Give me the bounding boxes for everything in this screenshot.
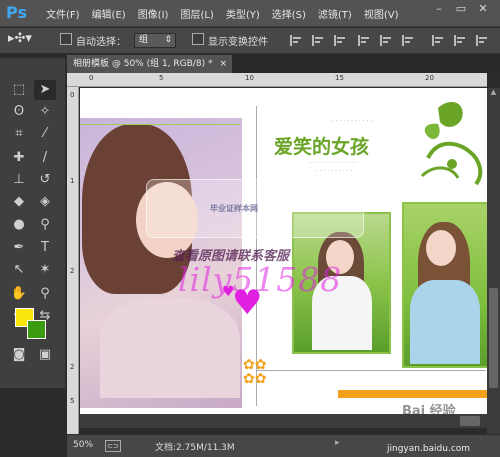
show-transform-label: 显示变换控件 (208, 37, 268, 48)
canvas-small-text: · · · · · · · · · · (316, 168, 353, 175)
document-tab-title: 相册模板 @ 50% (组 1, RGB/8) * (73, 59, 213, 69)
dodge-tool-icon[interactable]: ⚲ (34, 215, 56, 235)
menu-bar: Ps 文件(F) 编辑(E) 图像(I) 图层(L) 类型(Y) 选择(S) 滤… (0, 0, 500, 27)
healing-brush-tool-icon[interactable]: ✚ (8, 148, 30, 168)
auto-select-checkbox[interactable] (60, 33, 72, 45)
lasso-tool-icon[interactable]: ʘ (8, 102, 30, 122)
pen-tool-icon[interactable]: ✒ (8, 238, 30, 258)
ruler-label: 5 (159, 74, 164, 82)
type-tool-icon[interactable]: T (34, 238, 56, 258)
menu-file[interactable]: 文件(F) (40, 6, 86, 21)
menu-filter[interactable]: 滤镜(T) (312, 6, 358, 21)
document-size-info: 文档:2.75M/11.3M (155, 443, 235, 453)
photoshop-logo: Ps (6, 3, 27, 22)
ruler-label: 2 (70, 267, 75, 275)
history-brush-tool-icon[interactable]: ↺ (34, 170, 56, 190)
align-hcenter-icon[interactable] (380, 35, 394, 46)
menu-edit[interactable]: 编辑(E) (86, 6, 132, 21)
menu-view[interactable]: 视图(V) (358, 6, 405, 21)
scrollbar-vertical[interactable]: ▲ (487, 88, 500, 434)
flower-ornament-icon: ✿✿ ✿✿ (243, 357, 267, 387)
blur-tool-icon[interactable]: ● (8, 215, 30, 235)
menu-layer[interactable]: 图层(L) (174, 6, 219, 21)
auto-select-dropdown[interactable]: 组 ⇕ (134, 33, 176, 48)
scroll-thumb[interactable] (489, 288, 498, 388)
close-icon[interactable]: ✕ (474, 2, 492, 16)
menu-image[interactable]: 图像(I) (132, 6, 175, 21)
eraser-tool-icon[interactable]: ◆ (8, 192, 30, 212)
ruler-label: 1 (70, 177, 75, 185)
screen-mode-icon[interactable]: ▣ (34, 345, 56, 365)
background-color-swatch[interactable] (27, 320, 46, 339)
ruler-label: 15 (335, 74, 344, 82)
distribute-vcenter-icon[interactable] (454, 35, 468, 46)
scrollbar-horizontal[interactable] (80, 414, 487, 428)
align-top-icon[interactable] (290, 35, 304, 46)
quick-mask-icon[interactable]: ◙ (8, 345, 30, 365)
baidu-url: jingyan.baidu.com (387, 444, 471, 454)
options-bar: ▸✣▾ 自动选择： 组 ⇕ 显示变换控件 (0, 28, 500, 54)
move-tool-preset-icon[interactable]: ▸✣▾ (8, 31, 32, 46)
brush-tool-icon[interactable]: / (34, 148, 56, 168)
align-left-icon[interactable] (358, 35, 372, 46)
path-selection-tool-icon[interactable]: ↖ (8, 260, 30, 280)
status-arrow-icon[interactable]: ▸ (335, 438, 340, 448)
divider-line (256, 370, 486, 371)
ruler-label: 10 (245, 74, 254, 82)
document-canvas[interactable]: 爱笑的女孩 · · · · · · · · · · · · · · · · · … (80, 88, 487, 414)
move-tool-icon[interactable]: ➤ (34, 80, 56, 100)
paint-bucket-tool-icon[interactable]: ◈ (34, 192, 56, 212)
document-tab[interactable]: 相册模板 @ 50% (组 1, RGB/8) * × (67, 55, 232, 73)
magic-wand-tool-icon[interactable]: ✧ (34, 102, 56, 122)
clone-stamp-tool-icon[interactable]: ⊥ (8, 170, 30, 190)
tab-close-icon[interactable]: × (219, 55, 227, 73)
minimize-icon[interactable]: – (430, 2, 448, 16)
canvas-small-text: · · · · · · · · · · · (332, 118, 373, 125)
eyedropper-tool-icon[interactable]: ⁄ (34, 124, 56, 144)
menu-select[interactable]: 选择(S) (266, 6, 312, 21)
scroll-up-icon[interactable]: ▲ (489, 88, 498, 98)
marquee-tool-icon[interactable]: ⬚ (8, 80, 30, 100)
heart-icon: ♥ (232, 283, 263, 323)
align-vcenter-icon[interactable] (312, 35, 326, 46)
hand-tool-icon[interactable]: ✋ (8, 284, 30, 304)
zoom-level[interactable]: 50% (73, 440, 93, 450)
ruler-horizontal[interactable]: 0 5 10 15 20 (67, 73, 487, 87)
watermark-logo: 毕业证样本网 (210, 204, 258, 213)
orange-decor-bar (338, 390, 487, 398)
ruler-vertical[interactable]: 0 1 2 2 5 (67, 87, 79, 434)
canvas-small-text: · · · · · · · · · · · · · (310, 160, 358, 167)
heart-small-icon: ♥ (222, 284, 235, 300)
auto-select-label: 自动选择： (76, 37, 126, 48)
show-transform-checkbox[interactable] (192, 33, 204, 45)
ruler-label: 0 (70, 91, 75, 99)
status-menu-icon[interactable]: ⊂⊃ (105, 440, 121, 452)
divider-line (80, 124, 240, 125)
distribute-bottom-icon[interactable] (476, 35, 490, 46)
zoom-tool-icon[interactable]: ⚲ (34, 284, 56, 304)
distribute-top-icon[interactable] (432, 35, 446, 46)
canvas-title: 爱笑的女孩 (274, 136, 370, 158)
menu-type[interactable]: 类型(Y) (220, 6, 266, 21)
photo-right (402, 202, 487, 368)
ruler-label: 20 (425, 74, 434, 82)
ruler-label: 2 (70, 363, 75, 371)
scroll-thumb[interactable] (460, 416, 480, 426)
butterfly-ornament-icon (420, 102, 483, 186)
status-bar: 50% ⊂⊃ 文档:2.75M/11.3M ▸ jingyan.baidu.co… (67, 434, 500, 457)
align-bottom-icon[interactable] (334, 35, 348, 46)
toolbox: ⬚ ➤ ʘ ✧ ⌗ ⁄ ✚ / ⊥ ↺ ◆ ◈ ● ⚲ ✒ T ↖ ✶ ✋ ⚲ … (0, 58, 66, 388)
ruler-label: 0 (89, 74, 94, 82)
restore-icon[interactable]: ▭ (452, 2, 470, 16)
align-right-icon[interactable] (402, 35, 416, 46)
crop-tool-icon[interactable]: ⌗ (8, 124, 30, 144)
custom-shape-tool-icon[interactable]: ✶ (34, 260, 56, 280)
ruler-label: 5 (70, 397, 75, 405)
baidu-jingyan-logo: Bai 经验 (402, 404, 456, 414)
